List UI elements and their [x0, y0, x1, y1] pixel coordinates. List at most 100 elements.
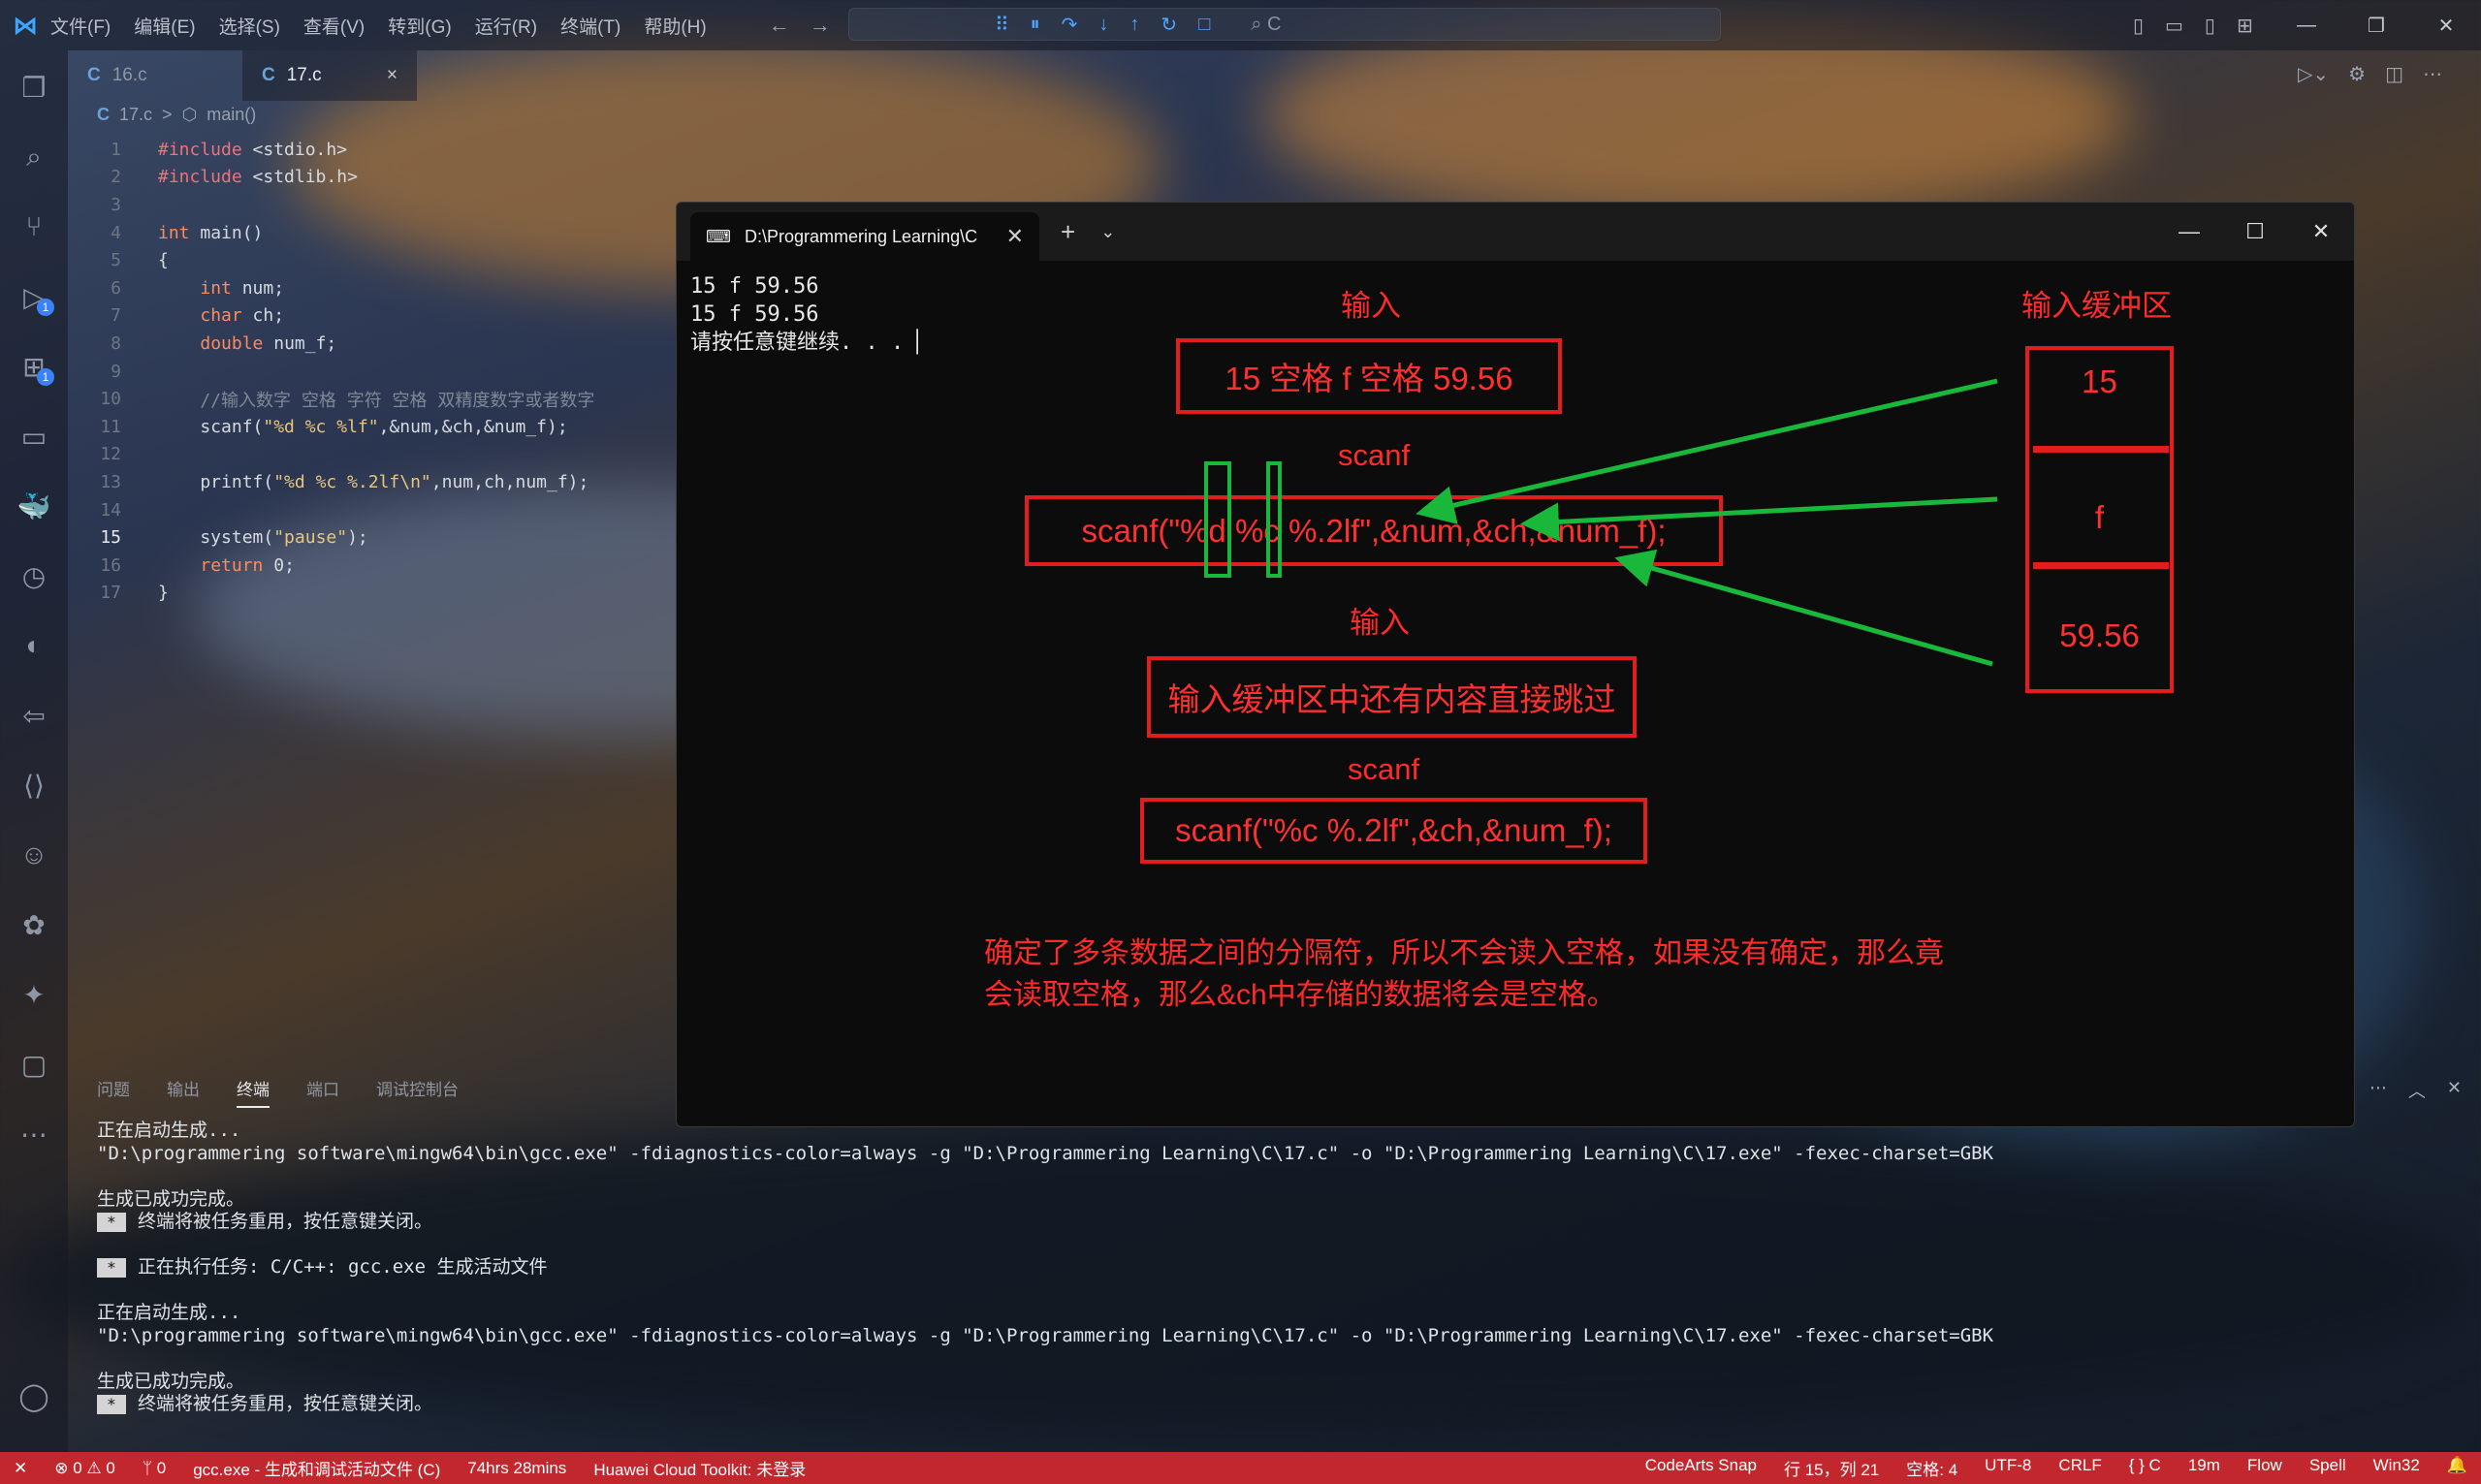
- code-line[interactable]: 13 printf("%d %c %.2lf\n",num,ch,num_f);: [68, 468, 688, 496]
- menu-item[interactable]: 帮助(H): [644, 13, 706, 39]
- stop-icon[interactable]: □: [1198, 14, 1210, 36]
- code-line[interactable]: 4 int main(): [68, 219, 688, 247]
- docker-icon[interactable]: 🐳: [0, 479, 68, 533]
- command-center[interactable]: ⠿ ⏸ ↷ ↓ ↑ ↻ □ ⌕ C: [848, 8, 1721, 41]
- step-into-icon[interactable]: ↓: [1098, 14, 1108, 36]
- tab-debug-console[interactable]: 调试控制台: [376, 1076, 459, 1108]
- problems-count[interactable]: ⊗ 0 ⚠ 0: [41, 1459, 129, 1478]
- account-icon[interactable]: ◯: [0, 1369, 68, 1423]
- cursor-position[interactable]: 行 15，列 21: [1770, 1456, 1893, 1480]
- notifications-bell-icon[interactable]: 🔔: [2433, 1456, 2481, 1480]
- ports-count[interactable]: ᛘ 0: [129, 1459, 179, 1478]
- code-line[interactable]: 15 system("pause");: [68, 523, 688, 552]
- search-icon[interactable]: ⌕ C: [1251, 14, 1281, 36]
- wakatime[interactable]: 19m: [2175, 1456, 2234, 1480]
- extensions-icon[interactable]: ⊞ 1: [0, 339, 68, 394]
- line-endings[interactable]: CRLF: [2045, 1456, 2115, 1480]
- flow-status[interactable]: Flow: [2234, 1456, 2296, 1480]
- maximize-icon[interactable]: ☐: [2222, 203, 2288, 261]
- nav-arrows[interactable]: ←→: [769, 13, 850, 38]
- split-editor-icon[interactable]: ◫: [2385, 62, 2403, 86]
- remote-icon[interactable]: ✕: [0, 1459, 41, 1478]
- arrow-tool-icon[interactable]: ⇦: [0, 688, 68, 742]
- tab-terminal[interactable]: 终端: [237, 1076, 270, 1108]
- pause-icon[interactable]: ⏸: [1031, 14, 1040, 36]
- spell-status[interactable]: Spell: [2296, 1456, 2360, 1480]
- language-mode[interactable]: { } C: [2115, 1456, 2175, 1480]
- terminal-tab[interactable]: ⌨ D:\Programmering Learning\C ✕: [690, 212, 1039, 261]
- close-window-icon[interactable]: ✕: [2411, 14, 2481, 38]
- codearts-snap[interactable]: CodeArts Snap: [1632, 1456, 1770, 1480]
- time-tracker[interactable]: 74hrs 28mins: [454, 1459, 580, 1478]
- code-line[interactable]: 5{: [68, 246, 688, 274]
- menu-item[interactable]: 编辑(E): [134, 13, 195, 39]
- close-terminal-tab-icon[interactable]: ✕: [1006, 224, 1024, 249]
- step-over-icon[interactable]: ↷: [1062, 13, 1078, 37]
- explorer-icon[interactable]: ❐: [0, 60, 68, 114]
- minimize-icon[interactable]: —: [2156, 203, 2222, 261]
- terminal-output[interactable]: 15 f 59.56 15 f 59.56 请按任意键继续. . . ▏: [690, 272, 930, 357]
- close-tab-icon[interactable]: ×: [387, 65, 398, 86]
- star-tool-icon[interactable]: ✦: [0, 967, 68, 1022]
- toggle-sidebar-icon[interactable]: ▯: [2133, 14, 2144, 38]
- edge-icon[interactable]: ◐: [0, 618, 68, 673]
- code-line[interactable]: 8 double num_f;: [68, 330, 688, 358]
- menu-item[interactable]: 转到(G): [388, 13, 451, 39]
- chevron-down-icon[interactable]: ⌄: [1100, 222, 1115, 242]
- source-control-icon[interactable]: ⑂: [0, 200, 68, 254]
- code-tool-icon[interactable]: ⟨⟩: [0, 758, 68, 812]
- more-icon[interactable]: ⋯: [0, 1107, 68, 1161]
- paw-icon[interactable]: ✿: [0, 898, 68, 952]
- toggle-panel-icon[interactable]: ▭: [2165, 14, 2183, 38]
- code-line[interactable]: 11 scanf("%d %c %lf",&num,&ch,&num_f);: [68, 413, 688, 441]
- customize-layout-icon[interactable]: ⊞: [2237, 14, 2253, 38]
- code-line[interactable]: 3: [68, 191, 688, 219]
- code-line[interactable]: 14: [68, 496, 688, 524]
- breadcrumb-file[interactable]: 17.c: [119, 105, 152, 125]
- new-tab-icon[interactable]: +: [1061, 217, 1075, 247]
- remote-explorer-icon[interactable]: ▭: [0, 409, 68, 463]
- run-file-icon[interactable]: ▷⌄: [2298, 62, 2329, 86]
- chat-icon[interactable]: ▢: [0, 1037, 68, 1091]
- code-line[interactable]: 16 return 0;: [68, 552, 688, 580]
- menu-item[interactable]: 查看(V): [303, 13, 365, 39]
- step-out-icon[interactable]: ↑: [1129, 14, 1139, 36]
- menu-item[interactable]: 终端(T): [560, 13, 620, 39]
- code-line[interactable]: 6 int num;: [68, 274, 688, 302]
- close-panel-icon[interactable]: ✕: [2447, 1078, 2462, 1103]
- menu-item[interactable]: 文件(F): [50, 13, 111, 39]
- active-task[interactable]: gcc.exe - 生成和调试活动文件 (C): [179, 1456, 454, 1480]
- tab-17c[interactable]: C 17.c ×: [242, 50, 417, 101]
- encoding[interactable]: UTF-8: [1971, 1456, 2045, 1480]
- tab-problems[interactable]: 问题: [97, 1076, 130, 1108]
- code-editor[interactable]: 1 #include <stdio.h> 2 #include <stdlib.h> 3…: [68, 136, 688, 607]
- close-window-icon[interactable]: ✕: [2288, 203, 2354, 261]
- bot-icon[interactable]: ☺: [0, 828, 68, 882]
- run-debug-icon[interactable]: ▷ 1: [0, 269, 68, 324]
- toggle-secondary-icon[interactable]: ▯: [2205, 14, 2215, 38]
- more-actions-icon[interactable]: ⋯: [2423, 62, 2442, 86]
- timeline-icon[interactable]: ◷: [0, 549, 68, 603]
- menu-item[interactable]: 选择(S): [219, 13, 280, 39]
- code-line[interactable]: 10 //输入数字 空格 字符 空格 双精度数字或者数字: [68, 385, 688, 413]
- platform[interactable]: Win32: [2360, 1456, 2433, 1480]
- search-view-icon[interactable]: ⌕: [0, 130, 68, 184]
- restart-icon[interactable]: ↻: [1161, 13, 1177, 37]
- indentation[interactable]: 空格: 4: [1893, 1456, 1971, 1480]
- tab-output[interactable]: 输出: [167, 1076, 200, 1108]
- breadcrumb-symbol[interactable]: main(): [207, 105, 256, 125]
- tab-16c[interactable]: C 16.c: [68, 50, 242, 101]
- panel-terminal-output[interactable]: 正在启动生成... "D:\programmering software\ming…: [97, 1120, 1993, 1416]
- more-actions-icon[interactable]: ⋯: [2370, 1078, 2387, 1103]
- code-line[interactable]: 9: [68, 358, 688, 386]
- code-line[interactable]: 12: [68, 441, 688, 469]
- huawei-toolkit-status[interactable]: Huawei Cloud Toolkit: 未登录: [580, 1456, 819, 1480]
- code-line[interactable]: 17}: [68, 580, 688, 608]
- menu-item[interactable]: 运行(R): [475, 13, 537, 39]
- tab-ports[interactable]: 端口: [306, 1076, 339, 1108]
- editor-settings-icon[interactable]: ⚙: [2348, 62, 2366, 86]
- drag-icon[interactable]: ⠿: [995, 13, 1009, 37]
- maximize-panel-icon[interactable]: ︿: [2408, 1078, 2426, 1103]
- minimize-icon[interactable]: —: [2272, 15, 2341, 37]
- restore-icon[interactable]: ❐: [2341, 14, 2411, 38]
